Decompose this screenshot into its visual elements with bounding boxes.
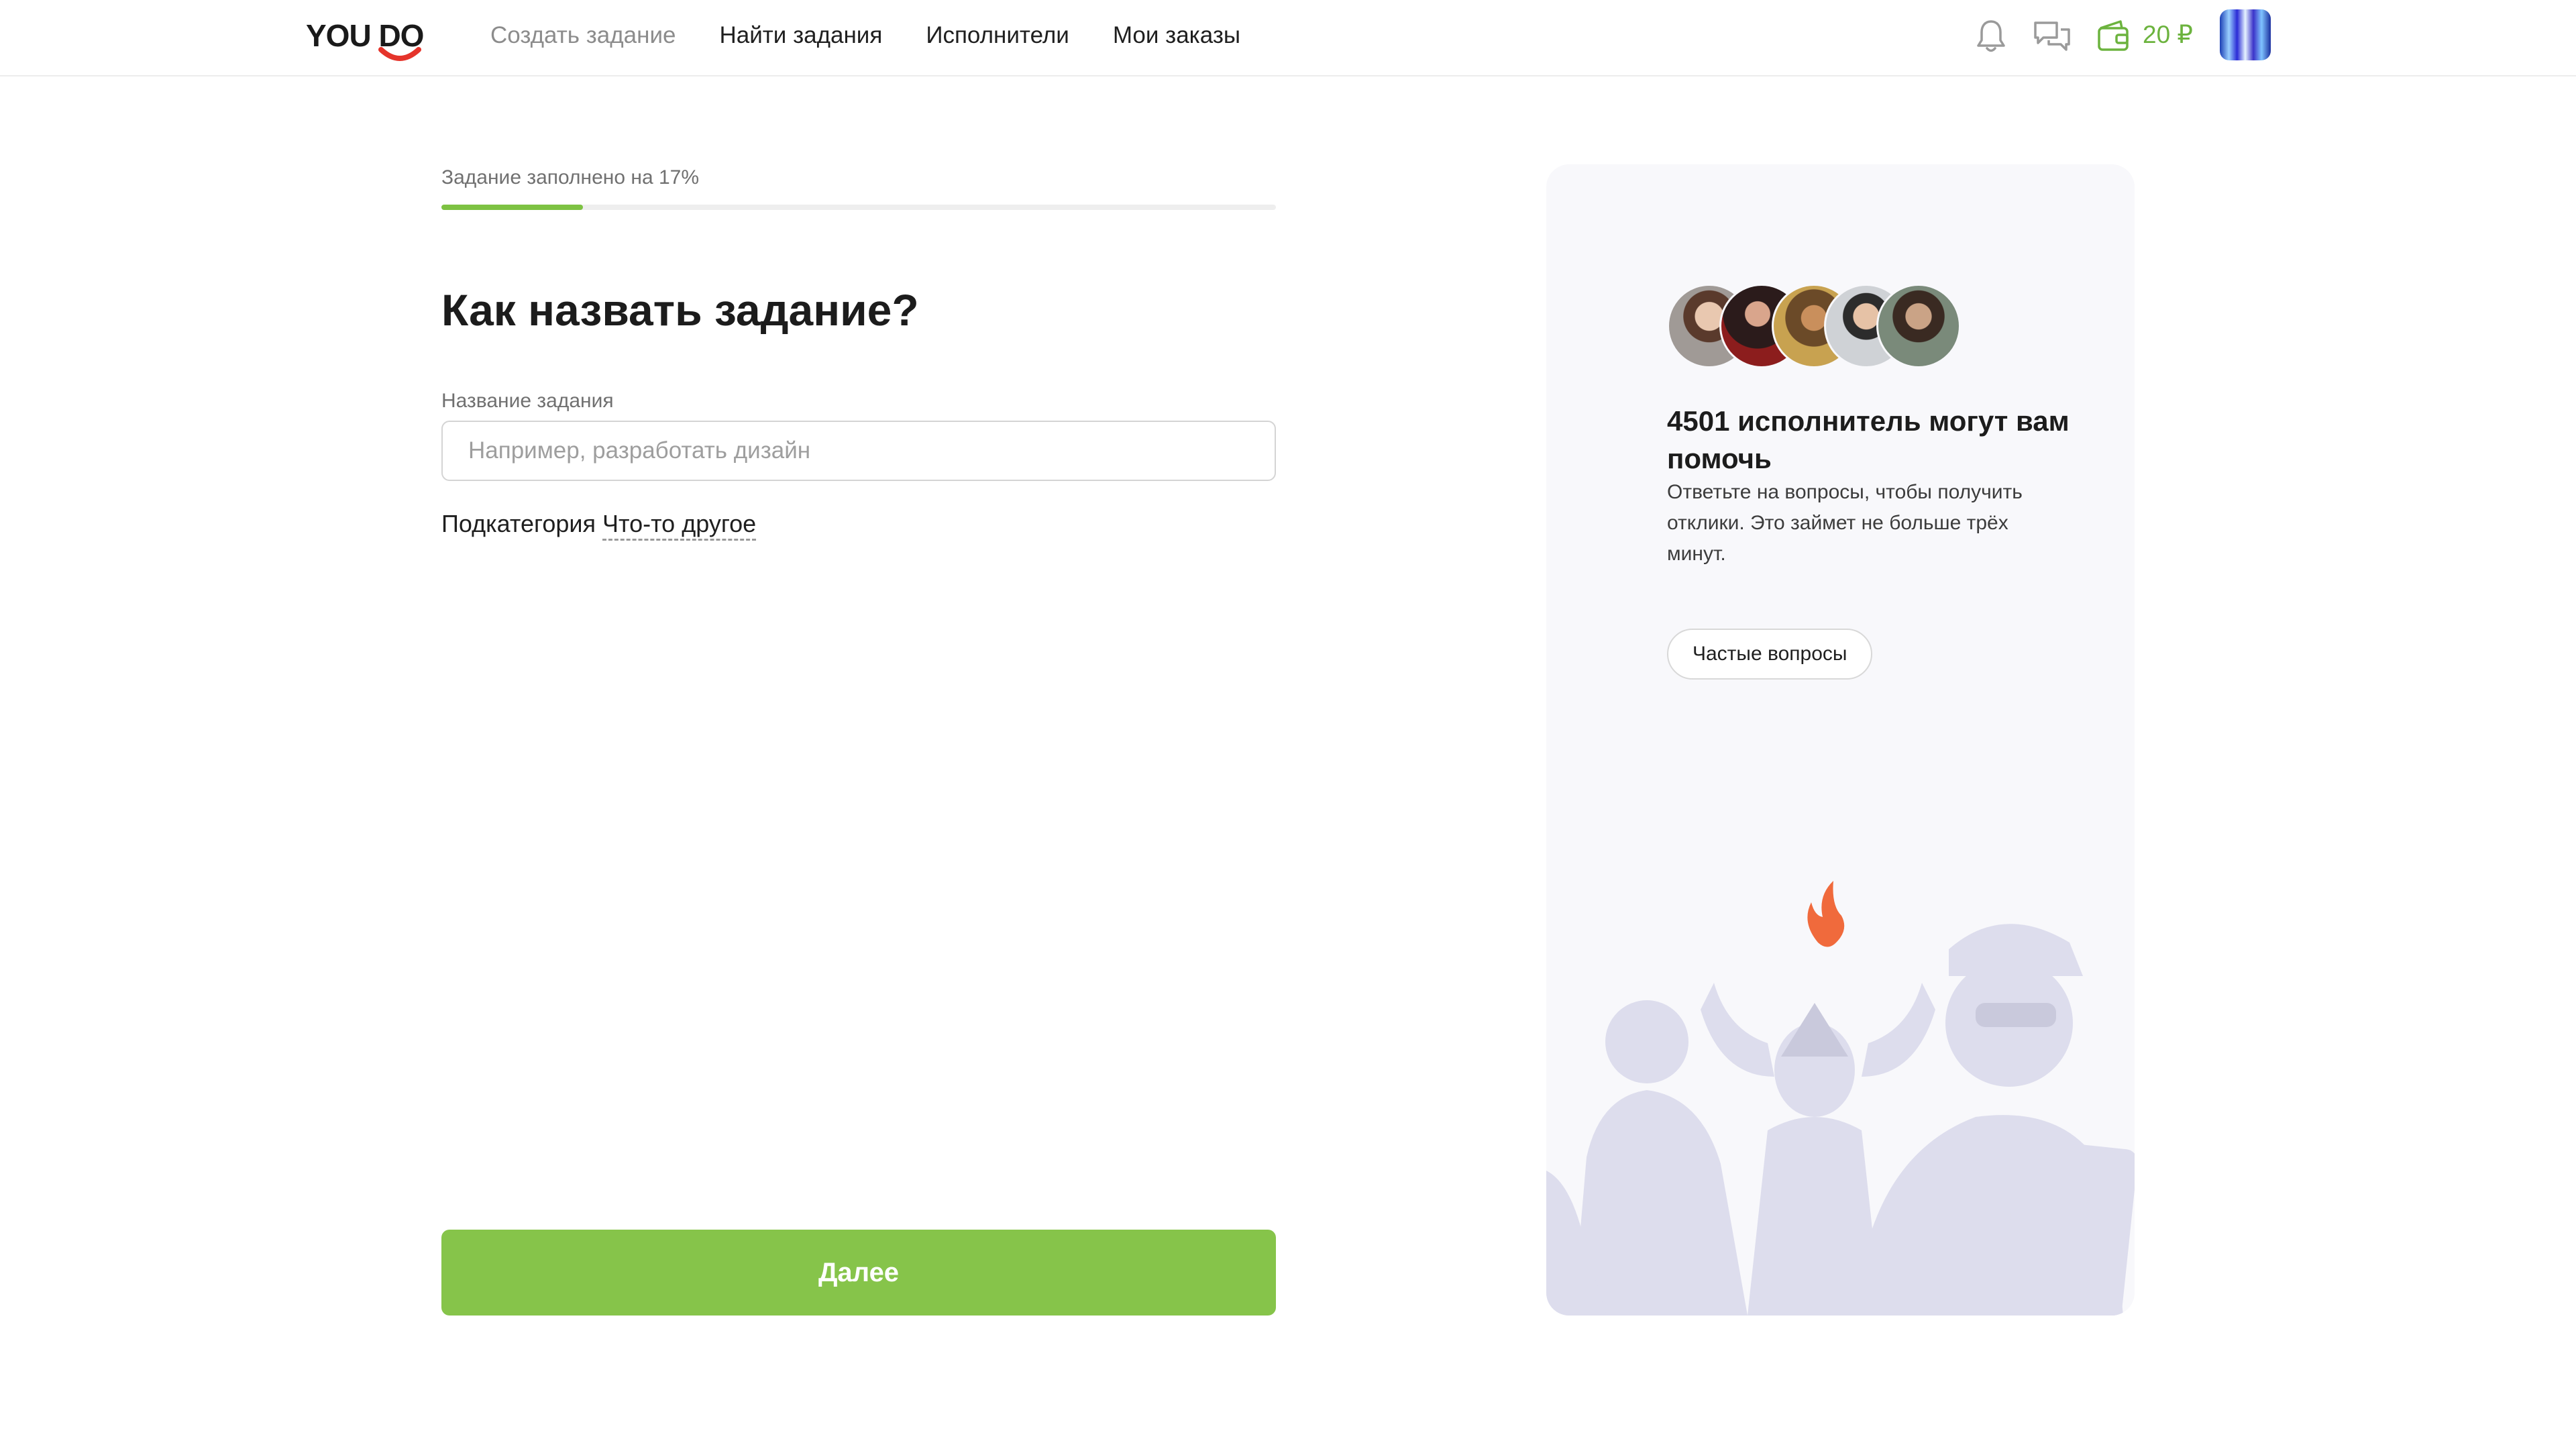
nav-create-task[interactable]: Создать задание bbox=[490, 22, 676, 49]
help-text: Ответьте на вопросы, чтобы получить откл… bbox=[1667, 481, 2023, 565]
user-avatar[interactable] bbox=[2220, 9, 2271, 60]
task-name-input[interactable] bbox=[441, 421, 1276, 481]
performers-count-title: 4501 исполнитель могут вам помочь bbox=[1667, 405, 2070, 474]
subcategory-label: Подкатегория bbox=[441, 510, 596, 537]
performer-avatars bbox=[1667, 284, 1962, 371]
next-button[interactable]: Далее bbox=[441, 1230, 1276, 1316]
subcategory-row: Подкатегория Что-то другое bbox=[441, 510, 757, 541]
wallet-icon[interactable] bbox=[2096, 19, 2130, 52]
help-card: 4501 исполнитель могут вам помочь Ответь… bbox=[1546, 164, 2135, 1316]
page-title: Как назвать задание? bbox=[441, 285, 919, 335]
progress-label: Задание заполнено на 17% bbox=[441, 166, 700, 189]
performer-avatar bbox=[1876, 284, 1961, 368]
youdo-logo[interactable]: YOU DO bbox=[306, 17, 427, 64]
progress-fill bbox=[441, 205, 584, 210]
logo-smile-icon bbox=[378, 47, 421, 61]
main-nav: Создать задание Найти задания Исполнител… bbox=[490, 0, 1284, 71]
nav-find-tasks[interactable]: Найти задания bbox=[719, 22, 882, 49]
subcategory-link[interactable]: Что-то другое bbox=[602, 510, 757, 541]
progress-bar bbox=[441, 205, 1276, 210]
balance-amount[interactable]: 20 ₽ bbox=[2143, 20, 2193, 49]
nav-my-orders[interactable]: Мои заказы bbox=[1113, 22, 1240, 49]
chat-icon[interactable] bbox=[2033, 19, 2072, 54]
people-illustration bbox=[1546, 881, 2135, 1316]
task-name-label: Название задания bbox=[441, 390, 614, 412]
top-header: YOU DO Создать задание Найти задания Исп… bbox=[0, 0, 2576, 76]
flame-icon bbox=[1807, 881, 1845, 947]
bell-icon[interactable] bbox=[1975, 19, 2007, 54]
nav-performers[interactable]: Исполнители bbox=[926, 22, 1069, 49]
faq-button[interactable]: Частые вопросы bbox=[1667, 629, 1873, 680]
